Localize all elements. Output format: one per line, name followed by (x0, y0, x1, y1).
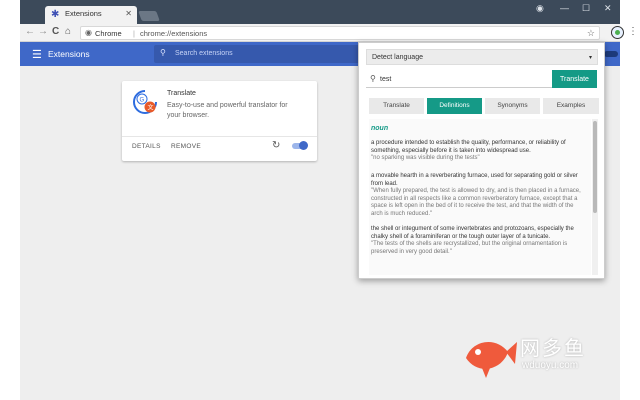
browser-menu-icon[interactable]: ⋮ (628, 26, 638, 37)
back-icon[interactable]: ← (25, 26, 35, 37)
window-titlebar: ✱ Extensions ✕ ◉ — ☐ ✕ (20, 0, 620, 24)
watermark-cn: 网多鱼 (520, 338, 586, 360)
part-of-speech: noun (371, 125, 389, 132)
forward-icon[interactable]: → (38, 26, 48, 37)
translate-extension-icon[interactable] (611, 26, 624, 39)
chrome-page-icon: ◉ (85, 28, 92, 37)
url-separator: | (133, 29, 135, 38)
fish-logo-icon (466, 341, 517, 378)
query-field: ⚲ (366, 71, 552, 88)
definition-example: "The tests of the shells are recrystalli… (371, 241, 568, 255)
language-select[interactable]: Detect language ▾ (366, 49, 598, 65)
details-button[interactable]: DETAILS (132, 143, 161, 150)
scheme-label: Chrome (95, 29, 122, 38)
scrollbar-thumb[interactable] (593, 121, 597, 213)
definition-text: the shell or integument of some inverteb… (371, 226, 574, 240)
caret-down-icon: ▾ (588, 55, 592, 61)
extension-enabled-toggle-knob[interactable] (299, 141, 308, 150)
definition-example: "no sparking was visible during the test… (371, 155, 480, 161)
tab-definitions[interactable]: Definitions (427, 98, 482, 114)
search-placeholder: Search extensions (175, 50, 233, 57)
minimize-button[interactable]: — (560, 3, 569, 13)
close-tab-icon[interactable]: ✕ (125, 9, 132, 18)
address-bar[interactable]: ◉ Chrome | chrome://extensions ☆ (80, 26, 600, 40)
translate-logo-icon: G 文 (133, 90, 157, 114)
extension-description: Easy-to-use and powerful translator for … (167, 102, 288, 119)
language-value: Detect language (372, 54, 423, 61)
result-tabs: Translate Definitions Synonyms Examples (369, 98, 599, 114)
watermark-en: wduoyu.com (522, 360, 579, 371)
home-icon[interactable]: ⌂ (65, 26, 71, 37)
maximize-button[interactable]: ☐ (582, 3, 590, 14)
developer-mode-toggle[interactable] (604, 51, 618, 57)
remove-button[interactable]: REMOVE (171, 143, 201, 150)
svg-text:G: G (140, 98, 145, 104)
page-title: Extensions (48, 49, 90, 59)
browser-toolbar: ← → C ⌂ ◉ Chrome | chrome://extensions ☆… (20, 24, 638, 42)
search-icon: ⚲ (370, 74, 376, 83)
translate-popup: Detect language ▾ ⚲ Translate Translate … (358, 42, 605, 279)
definitions-content: noun a procedure intended to establish t… (369, 119, 591, 275)
definition-example: "When fully prepared, the test is allowe… (371, 188, 581, 217)
translate-button[interactable]: Translate (552, 70, 597, 88)
watermark: 网多鱼 wduoyu.com (462, 330, 602, 380)
svg-text:文: 文 (148, 104, 154, 112)
extension-name: Translate (167, 90, 196, 97)
tab-synonyms[interactable]: Synonyms (485, 98, 540, 114)
query-input[interactable] (380, 72, 550, 86)
bookmark-star-icon[interactable]: ☆ (587, 28, 595, 39)
card-divider (122, 136, 317, 137)
new-tab-button[interactable] (138, 11, 160, 21)
reload-extension-icon[interactable]: ↻ (272, 140, 280, 151)
definition-text: a movable hearth in a reverberating furn… (371, 173, 578, 187)
definition-text: a procedure intended to establish the qu… (371, 140, 566, 154)
puzzle-icon: ✱ (51, 9, 60, 20)
tab-title: Extensions (65, 9, 102, 18)
close-window-button[interactable]: ✕ (604, 3, 612, 14)
extension-card: G 文 Translate Easy-to-use and powerful t… (122, 81, 317, 161)
tab-examples[interactable]: Examples (543, 98, 599, 114)
tab-extensions[interactable]: ✱ Extensions ✕ (45, 6, 137, 24)
url-text: chrome://extensions (140, 29, 208, 38)
tab-translate[interactable]: Translate (369, 98, 424, 114)
hamburger-menu-icon[interactable]: ☰ (32, 48, 42, 61)
search-icon: ⚲ (160, 48, 166, 57)
account-icon[interactable]: ◉ (536, 3, 544, 14)
reload-icon[interactable]: C (52, 26, 59, 37)
